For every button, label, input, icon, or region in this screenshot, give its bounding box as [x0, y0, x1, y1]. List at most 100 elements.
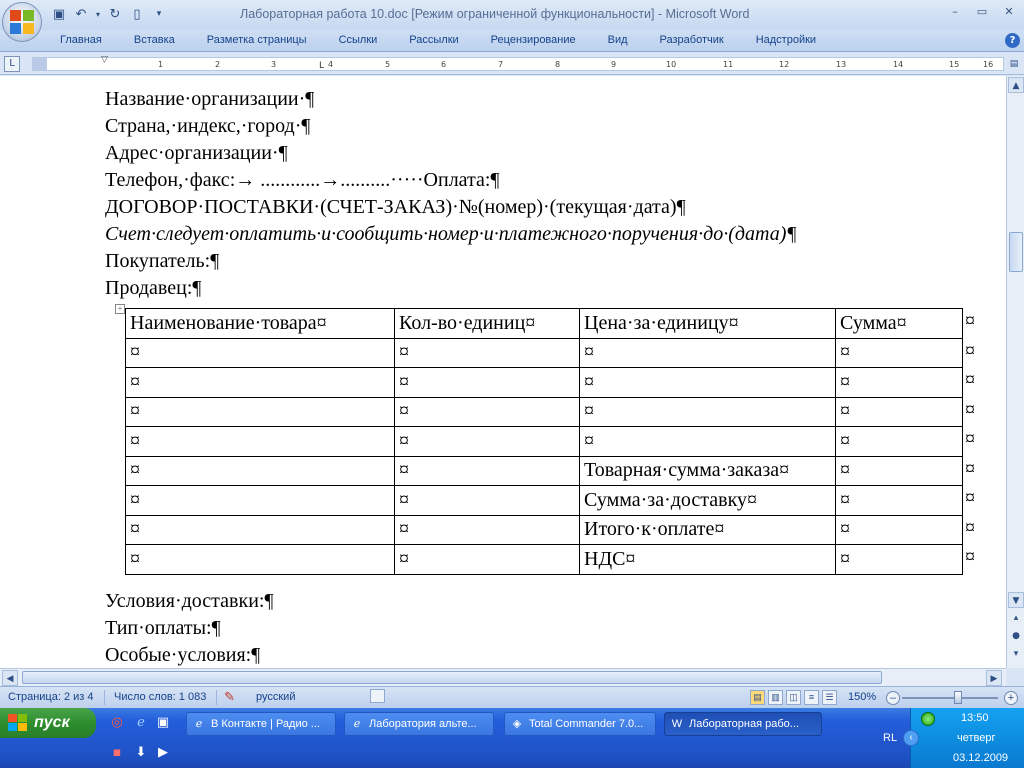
- indent-marker-icon[interactable]: ▽: [101, 55, 108, 65]
- media-player-icon[interactable]: ▶: [154, 744, 172, 762]
- taskbar-button-word[interactable]: W Лабораторная рабо...: [664, 712, 822, 736]
- save-quicklaunch-icon[interactable]: ▪: [108, 744, 126, 762]
- table-cell[interactable]: ¤: [125, 337, 395, 368]
- view-ruler-icon[interactable]: ▤: [1007, 56, 1021, 72]
- opera-icon[interactable]: ◎: [108, 714, 126, 732]
- tab-insert[interactable]: Вставка: [118, 30, 191, 52]
- start-button[interactable]: пуск: [0, 708, 96, 738]
- table-cell[interactable]: ¤: [835, 396, 963, 427]
- table-cell[interactable]: ¤: [394, 485, 580, 516]
- clock-time[interactable]: 13:50: [961, 712, 989, 724]
- word-count[interactable]: Число слов: 1 083: [114, 691, 206, 703]
- tab-developer[interactable]: Разработчик: [644, 30, 740, 52]
- table-cell[interactable]: ¤: [394, 514, 580, 545]
- doc-line-seller[interactable]: Продавец:¶: [105, 275, 985, 302]
- language-bar[interactable]: RL: [883, 732, 897, 744]
- undo-dropdown-icon[interactable]: ▾: [94, 5, 102, 23]
- tab-home[interactable]: Главная: [44, 30, 118, 52]
- table-move-handle-icon[interactable]: +: [115, 304, 125, 314]
- zoom-slider-handle[interactable]: [954, 691, 962, 704]
- undo-icon[interactable]: ↶: [72, 5, 90, 23]
- tab-stop-icon[interactable]: L: [319, 61, 324, 71]
- document-page[interactable]: Название·организации·¶ Страна,·индекс,·г…: [105, 86, 985, 666]
- table-header-cell[interactable]: Наименование·товара¤: [125, 308, 395, 339]
- zoom-level[interactable]: 150%: [848, 691, 876, 703]
- doc-line-contract-title[interactable]: ДОГОВОР·ПОСТАВКИ·(СЧЕТ-ЗАКАЗ)·№(номер)·(…: [105, 194, 985, 221]
- scroll-up-icon[interactable]: ▲: [1008, 77, 1024, 93]
- ie-quicklaunch-icon[interactable]: ℯ: [132, 714, 150, 732]
- office-button[interactable]: [2, 2, 42, 42]
- vertical-scrollbar[interactable]: ▲ ▼ ▴ ● ▾: [1006, 76, 1024, 668]
- table-cell[interactable]: ¤: [394, 337, 580, 368]
- table-cell[interactable]: ¤: [394, 426, 580, 457]
- table-cell-subtotal-label[interactable]: Товарная·сумма·заказа¤: [579, 455, 836, 486]
- scroll-left-icon[interactable]: ◀: [2, 670, 18, 686]
- table-cell[interactable]: ¤: [394, 367, 580, 398]
- web-layout-view-icon[interactable]: ◫: [786, 690, 801, 705]
- table-cell[interactable]: ¤: [835, 485, 963, 516]
- table-cell[interactable]: ¤: [835, 514, 963, 545]
- table-cell[interactable]: ¤: [125, 367, 395, 398]
- tray-status-icon[interactable]: [921, 712, 935, 726]
- table-header-cell[interactable]: Цена·за·единицу¤: [579, 308, 836, 339]
- doc-line-org-name[interactable]: Название·организации·¶: [105, 86, 985, 113]
- tab-references[interactable]: Ссылки: [323, 30, 394, 52]
- table-cell[interactable]: ¤: [125, 396, 395, 427]
- redo-icon[interactable]: ↻: [106, 5, 124, 23]
- doc-line-payment-type[interactable]: Тип·оплаты:¶: [105, 615, 274, 642]
- doc-line-phone[interactable]: Телефон,·факс:→ ............→..........·…: [105, 167, 985, 194]
- taskbar-button-laboratory[interactable]: ℯ Лаборатория альте...: [344, 712, 494, 736]
- help-icon[interactable]: ?: [1005, 33, 1020, 48]
- table-cell[interactable]: ¤: [125, 544, 395, 575]
- select-browse-object-icon[interactable]: ●: [1008, 628, 1024, 644]
- new-document-icon[interactable]: ▯: [128, 5, 146, 23]
- tab-review[interactable]: Рецензирование: [475, 30, 592, 52]
- table-cell[interactable]: ¤: [394, 544, 580, 575]
- horizontal-ruler[interactable]: 1 2 3 4 5 6 7 8 9 10 11 12 13 14 15 16 ▽…: [32, 55, 1004, 71]
- doc-line-address[interactable]: Адрес·организации·¶: [105, 140, 985, 167]
- table-cell[interactable]: ¤: [125, 455, 395, 486]
- table-cell[interactable]: ¤: [835, 426, 963, 457]
- zoom-slider[interactable]: [902, 697, 998, 699]
- table-cell[interactable]: ¤: [579, 426, 836, 457]
- doc-line-delivery-terms[interactable]: Условия·доставки:¶: [105, 588, 274, 615]
- save-icon[interactable]: ▣: [50, 5, 68, 23]
- tab-mailings[interactable]: Рассылки: [393, 30, 474, 52]
- page-count[interactable]: Страница: 2 из 4: [8, 691, 94, 703]
- horizontal-scrollbar[interactable]: ◀ ▶: [0, 668, 1006, 686]
- table-cell[interactable]: ¤: [835, 367, 963, 398]
- table-cell[interactable]: ¤: [579, 396, 836, 427]
- customize-qat-icon[interactable]: ▾: [150, 5, 168, 23]
- tray-expand-icon[interactable]: ‹: [903, 730, 919, 746]
- table-cell-total-label[interactable]: Итого·к·оплате¤: [579, 514, 836, 545]
- scroll-right-icon[interactable]: ▶: [986, 670, 1002, 686]
- doc-line-special-terms[interactable]: Особые·условия:¶: [105, 642, 274, 668]
- zoom-out-button[interactable]: –: [886, 691, 900, 705]
- table-cell-delivery-label[interactable]: Сумма·за·доставку¤: [579, 485, 836, 516]
- order-table[interactable]: Наименование·товара¤ Кол-во·единиц¤ Цена…: [125, 308, 963, 575]
- table-cell[interactable]: ¤: [835, 337, 963, 368]
- table-cell[interactable]: ¤: [394, 396, 580, 427]
- document-area[interactable]: Название·организации·¶ Страна,·индекс,·г…: [0, 76, 1006, 668]
- full-screen-reading-view-icon[interactable]: ▥: [768, 690, 783, 705]
- table-cell[interactable]: ¤: [125, 426, 395, 457]
- taskbar-button-vkontakte[interactable]: ℯ В Контакте | Радио ...: [186, 712, 336, 736]
- download-icon[interactable]: ⬇: [132, 744, 150, 762]
- draft-view-icon[interactable]: ☰: [822, 690, 837, 705]
- restore-button[interactable]: ▭: [969, 2, 995, 20]
- spelling-check-icon[interactable]: ✎: [224, 689, 235, 705]
- vertical-scroll-thumb[interactable]: [1009, 232, 1023, 272]
- macro-recording-icon[interactable]: [370, 689, 385, 703]
- table-cell[interactable]: ¤: [579, 337, 836, 368]
- table-cell[interactable]: ¤: [125, 514, 395, 545]
- table-cell[interactable]: ¤: [394, 455, 580, 486]
- table-cell[interactable]: ¤: [125, 485, 395, 516]
- print-layout-view-icon[interactable]: ▤: [750, 690, 765, 705]
- show-desktop-icon[interactable]: ▣: [154, 714, 172, 732]
- tab-selector-icon[interactable]: L: [4, 56, 20, 72]
- taskbar-button-total-commander[interactable]: ◈ Total Commander 7.0...: [504, 712, 656, 736]
- horizontal-scroll-thumb[interactable]: [22, 671, 882, 684]
- table-header-cell[interactable]: Сумма¤: [835, 308, 963, 339]
- outline-view-icon[interactable]: ≡: [804, 690, 819, 705]
- tab-addins[interactable]: Надстройки: [740, 30, 832, 52]
